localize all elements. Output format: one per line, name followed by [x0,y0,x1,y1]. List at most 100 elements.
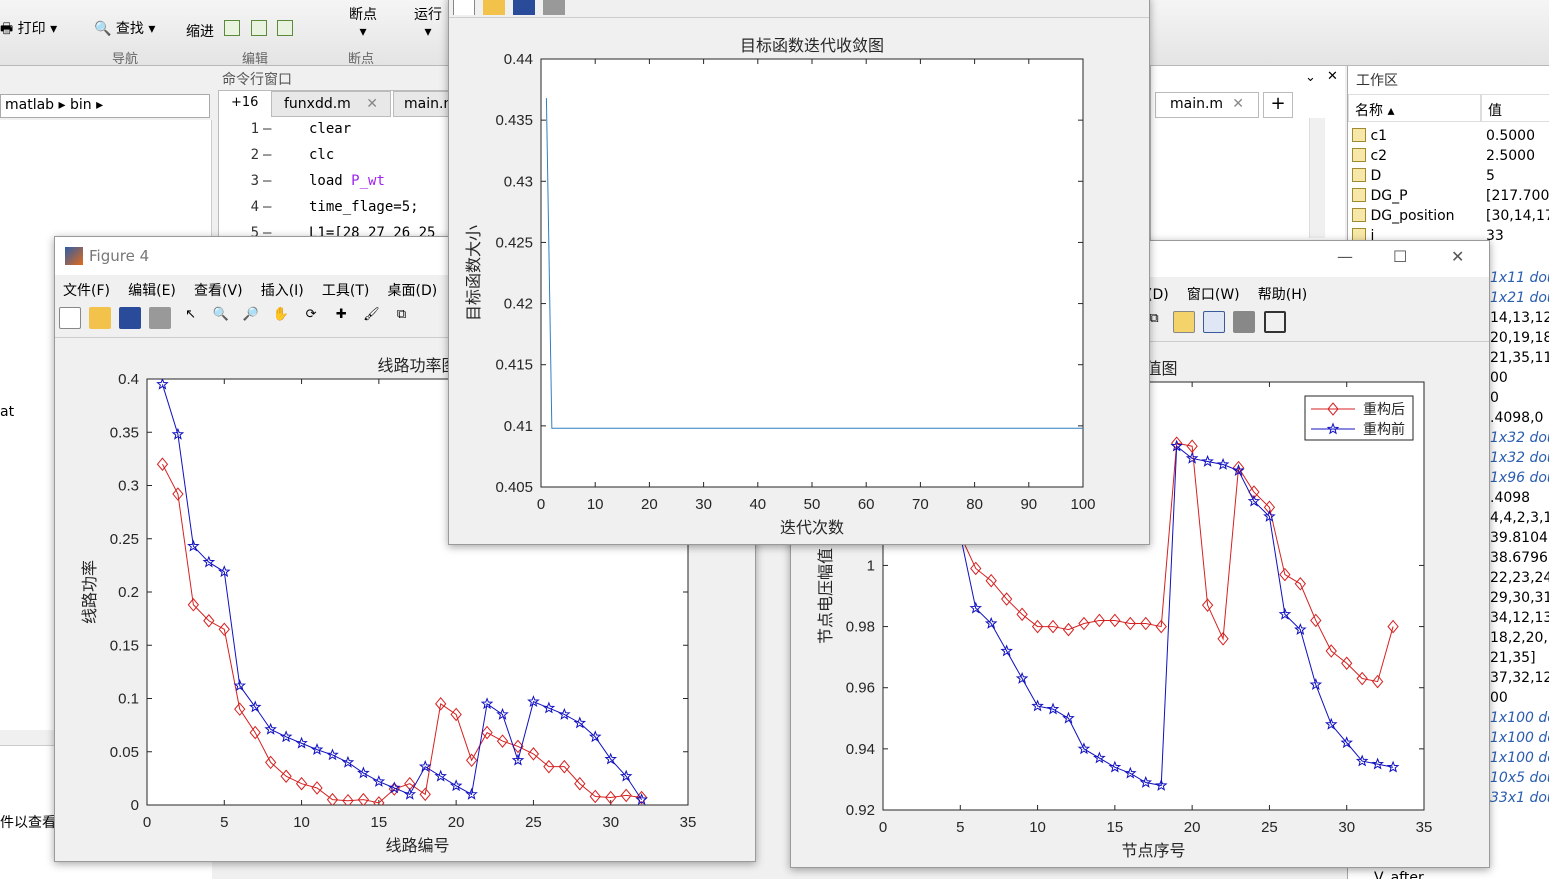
hide-tools-icon[interactable] [1233,311,1256,333]
close-icon[interactable]: ✕ [366,96,378,112]
zoom-out-icon[interactable]: 🔎 [240,307,262,329]
breakpoint-button[interactable]: 断点 ▾ [349,4,377,40]
menu-help[interactable]: 帮助(H) [1258,287,1307,303]
menu-view[interactable]: 查看(V) [194,283,243,299]
open-folder-icon[interactable] [89,307,112,329]
workspace-variable-row[interactable]: DG_position [1352,208,1455,228]
path-seg-1[interactable]: matlab [5,97,54,113]
convergence-chart: 0 10 20 30 40 50 60 70 80 90 100 0.405 0.41 0.415 0.42… [465,37,1096,537]
y-tick-label: 0.35 [110,424,139,441]
workspace-variable-row[interactable]: DG_P [1352,188,1408,208]
print-icon[interactable] [543,0,566,15]
code-line[interactable]: 4— time_flage=5; [219,199,451,225]
data-cursor-icon[interactable]: ✚ [330,307,352,329]
indent-button[interactable]: 缩进 [186,20,294,41]
variable-value: 21,35,11 [1490,350,1549,366]
voltage-toolbar: ⧉ [1143,311,1290,333]
code-line[interactable]: 1— clear [219,121,451,147]
variable-icon [1352,188,1366,202]
print-icon[interactable] [149,307,172,329]
workspace-variable-row[interactable]: D [1352,168,1381,188]
pointer-icon[interactable]: ↖ [180,307,202,329]
y-tick-label: 0.1 [118,691,139,708]
x-tick-label: 15 [371,814,388,831]
variable-value: 2.5000 [1486,148,1535,164]
find-button[interactable]: 🔍 查找 ▾ [94,18,155,38]
y-tick-label: 0.44 [504,51,533,68]
col-value-header[interactable]: 值 [1481,94,1549,122]
variable-value: 1x21 dou [1490,290,1549,306]
x-tick-label: 40 [749,496,766,513]
variable-value: 1x96 dou [1490,470,1549,486]
x-tick-label: 0 [537,496,545,513]
y-tick-label: 0.96 [846,680,875,697]
x-tick-label: 15 [1107,819,1124,836]
editor-tab-main-right[interactable]: main.m ✕ [1155,92,1259,118]
variable-value: 0.5000 [1486,128,1535,144]
save-icon[interactable] [513,0,536,15]
maximize-icon[interactable]: ☐ [1393,247,1407,266]
bp-section-label: 断点 [348,52,375,67]
zoom-in-icon[interactable]: 🔍 [210,307,232,329]
rotate-icon[interactable]: ⟳ [300,307,322,329]
close-icon[interactable]: ✕ [1327,69,1338,84]
minimize-icon[interactable]: — [1337,247,1353,266]
menu-tools[interactable]: 工具(T) [322,283,369,299]
brush-icon[interactable]: 🖌 [360,307,382,329]
y-tick-label: 0.41 [504,418,533,435]
save-icon[interactable] [119,307,142,329]
new-tab-button[interactable]: + [1263,92,1293,118]
path-bar[interactable]: matlab ▸ bin ▸ [0,94,210,118]
variable-value: 00 [1490,370,1508,386]
y-tick-label: 0.94 [846,741,875,758]
variable-value: 1x32 dou [1490,450,1549,466]
y-tick-label: 0.42 [504,296,533,313]
convergence-window: 0 10 20 30 40 50 60 70 80 90 100 0.405 0.41 0.415 0.42… [448,0,1150,545]
code-line[interactable]: 2— clc [219,147,451,173]
path-seg-2[interactable]: bin [70,97,92,113]
legend-icon[interactable] [1203,311,1226,333]
code-line[interactable]: 3— load P_wt [219,173,451,199]
figure4-menubar: 文件(F) 编辑(E) 查看(V) 插入(I) 工具(T) 桌面(D) [63,280,451,300]
workspace-variable-row[interactable]: c2 [1352,148,1387,168]
variable-value: .4098 [1490,490,1531,506]
menu-insert[interactable]: 插入(I) [261,283,304,299]
x-tick-label: 20 [641,496,658,513]
menu-file[interactable]: 文件(F) [63,283,110,299]
new-file-icon[interactable] [453,0,475,15]
menu-edit[interactable]: 编辑(E) [128,283,176,299]
close-icon[interactable]: ✕ [1232,96,1244,112]
y-axis-label: 线路功率 [81,560,99,624]
menu-desktop[interactable]: (D) [1147,287,1169,303]
variable-name: DG_P [1370,188,1408,204]
col-name-header[interactable]: 名称 ▴ [1348,94,1481,122]
dock-icon[interactable] [1263,311,1286,333]
menu-desktop[interactable]: 桌面(D) [388,283,438,299]
y-tick-label: 0.98 [846,619,875,636]
print-button[interactable]: 🖶 打印 ▾ [0,18,57,42]
workspace-variable-row[interactable]: c1 [1352,128,1387,148]
colorbar-icon[interactable] [1173,311,1196,333]
variable-value: [30,14,17 [1486,208,1549,224]
menu-window[interactable]: 窗口(W) [1187,287,1240,303]
variable-icon [1352,148,1366,162]
variable-value: 38.6796 [1490,550,1548,566]
link-icon[interactable]: ⧉ [391,307,413,329]
new-file-icon[interactable] [59,307,81,329]
left-fragment-at: at [0,404,15,420]
variable-value: 21,35] [1490,650,1536,666]
run-button[interactable]: 运行 ▾ [414,4,442,40]
editor-tab-funxdd[interactable]: funxdd.m ✕ [271,91,391,117]
right-editor-header: ⌄ ✕ main.m ✕ + [1150,66,1345,241]
pan-icon[interactable]: ✋ [270,307,292,329]
scrollbar[interactable] [1309,118,1325,238]
search-icon: 🔍 [94,21,112,37]
close-icon[interactable]: ✕ [1451,247,1464,266]
x-tick-label: 10 [587,496,604,513]
x-axis-label: 迭代次数 [780,519,844,537]
chevron-down-icon[interactable]: ⌄ [1305,70,1316,85]
open-folder-icon[interactable] [483,0,506,15]
figure4-title: Figure 4 [89,247,150,265]
variable-value: 1x32 dou [1490,430,1549,446]
x-tick-label: 60 [858,496,875,513]
